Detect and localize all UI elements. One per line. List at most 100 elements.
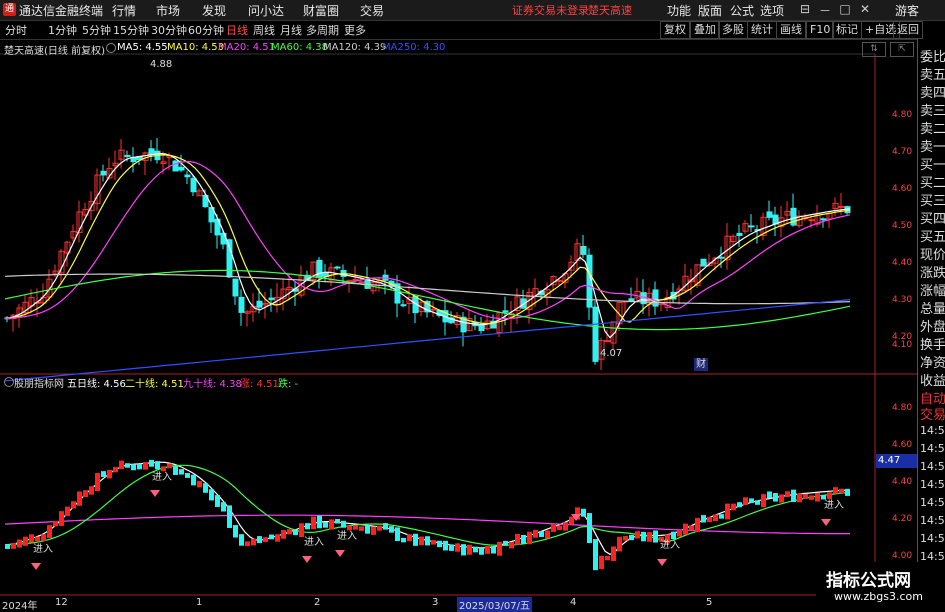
- menu-market-quotes[interactable]: 行情: [112, 2, 136, 19]
- menu-layout[interactable]: 版面: [698, 2, 722, 19]
- quote-label: 现价: [920, 248, 945, 263]
- candle-body: [736, 232, 743, 237]
- tab-60min[interactable]: 60分钟: [188, 22, 224, 38]
- indicator-bar: [491, 546, 496, 554]
- indicator-bar: [755, 500, 760, 505]
- indicator-settings-icon[interactable]: [4, 377, 14, 387]
- signal-diamond-icon: [150, 490, 160, 497]
- menu-trade[interactable]: 交易: [360, 2, 384, 19]
- sub-twenty-line: [4, 464, 851, 546]
- indicator-bar: [539, 531, 544, 537]
- toggle-chart-icon[interactable]: ⇅: [862, 42, 886, 57]
- indicator-bar: [263, 537, 268, 542]
- multi-stock-button[interactable]: 多股: [718, 21, 748, 39]
- indicator-bar: [809, 495, 814, 500]
- candle-body: [178, 166, 185, 171]
- expand-chart-icon[interactable]: ⇱: [890, 42, 914, 57]
- candle-body: [556, 279, 563, 282]
- trade-label[interactable]: 交易: [920, 404, 945, 423]
- indicator-bar: [203, 483, 208, 493]
- menu-options[interactable]: 选项: [760, 2, 784, 19]
- indicator-bar: [125, 463, 130, 468]
- tab-15min[interactable]: 15分钟: [113, 22, 149, 38]
- settings-gear-icon[interactable]: [106, 43, 116, 53]
- y-tick: 4.70: [892, 147, 913, 157]
- candle-body: [838, 205, 845, 208]
- signal-enter-label: 进入: [33, 544, 53, 555]
- indicator-bar: [191, 474, 196, 486]
- candle-body: [478, 324, 485, 332]
- indicator-bar: [695, 517, 700, 533]
- ninety-line-label: 九十线: 4.38: [183, 379, 242, 390]
- candle-body: [604, 340, 611, 343]
- overlay-button[interactable]: 叠加: [690, 21, 720, 39]
- menu-functions[interactable]: 功能: [667, 2, 691, 19]
- tab-5min[interactable]: 5分钟: [82, 22, 111, 38]
- indicator-bar: [647, 532, 652, 542]
- indicator-bar: [65, 506, 70, 516]
- date-label: 5: [706, 597, 713, 608]
- signal-diamond-icon: [31, 563, 41, 570]
- quote-label: 买二: [920, 176, 945, 191]
- sub-y-tick: 4.40: [892, 477, 913, 487]
- menu-wealth[interactable]: 财富圈: [303, 2, 339, 19]
- f10-button[interactable]: F10: [806, 21, 835, 39]
- rise-label: 涨: 4.51: [240, 379, 279, 390]
- tab-1min[interactable]: 1分钟: [48, 22, 77, 38]
- menu-discover[interactable]: 发现: [202, 2, 226, 19]
- stock-title: 楚天高速: [588, 4, 632, 17]
- chart-area[interactable]: [0, 39, 917, 609]
- indicator-bar: [443, 540, 448, 551]
- indicator-bar: [641, 531, 646, 542]
- indicator-bar: [737, 502, 742, 508]
- candle-body: [226, 239, 233, 278]
- tab-multi-period[interactable]: 多周期: [306, 22, 339, 38]
- candle-body: [718, 256, 725, 259]
- tab-30min[interactable]: 30分钟: [151, 22, 187, 38]
- indicator-chart: [5, 459, 850, 571]
- indicator-bar: [545, 530, 550, 539]
- menu-ask[interactable]: 问小达: [248, 2, 284, 19]
- statistics-button[interactable]: 统计: [747, 21, 777, 39]
- minimize-icon[interactable]: －: [815, 2, 835, 19]
- indicator-bar: [497, 541, 502, 556]
- restore-window-icon[interactable]: ⊟: [795, 2, 815, 16]
- indicator-bar: [221, 502, 226, 512]
- indicator-bar: [293, 529, 298, 536]
- ma20-line: [4, 160, 851, 320]
- indicator-bar: [437, 540, 442, 548]
- tab-weekly[interactable]: 周线: [253, 22, 275, 38]
- back-button[interactable]: 返回: [893, 21, 923, 39]
- guest-login[interactable]: 游客: [895, 2, 919, 19]
- y-tick: 4.50: [892, 221, 913, 231]
- mark-button[interactable]: 标记: [832, 21, 862, 39]
- indicator-bar: [725, 503, 730, 520]
- indicator-bar: [47, 525, 52, 538]
- indicator-bar: [509, 542, 514, 549]
- tab-monthly[interactable]: 月线: [280, 22, 302, 38]
- tab-daily[interactable]: 日线: [226, 22, 248, 38]
- candle-body: [334, 266, 341, 269]
- indicator-bar: [371, 526, 376, 535]
- finance-marker[interactable]: 财: [694, 358, 708, 371]
- indicator-bar: [257, 536, 262, 544]
- menu-market[interactable]: 市场: [156, 2, 180, 19]
- close-icon[interactable]: ✕: [855, 2, 875, 16]
- watermark: 指标公式网 www.zbgs3.com: [816, 562, 945, 609]
- login-notice[interactable]: 证券交易未登录: [512, 2, 589, 18]
- indicator-bar: [329, 519, 334, 530]
- maximize-icon[interactable]: □: [835, 2, 855, 16]
- indicator-bar: [845, 488, 850, 496]
- tab-more[interactable]: 更多: [344, 22, 366, 38]
- menu-formula[interactable]: 公式: [730, 2, 754, 19]
- draw-line-button[interactable]: 画线: [776, 21, 806, 39]
- tab-intraday[interactable]: 分时: [5, 22, 27, 38]
- indicator-bar: [389, 526, 394, 533]
- indicator-bar: [77, 491, 82, 506]
- candle-body: [580, 246, 587, 255]
- candle-body: [232, 278, 239, 297]
- candle-body: [256, 300, 263, 308]
- adjust-button[interactable]: 复权: [660, 21, 690, 39]
- candle-body: [502, 310, 509, 313]
- date-label: 4: [570, 597, 577, 608]
